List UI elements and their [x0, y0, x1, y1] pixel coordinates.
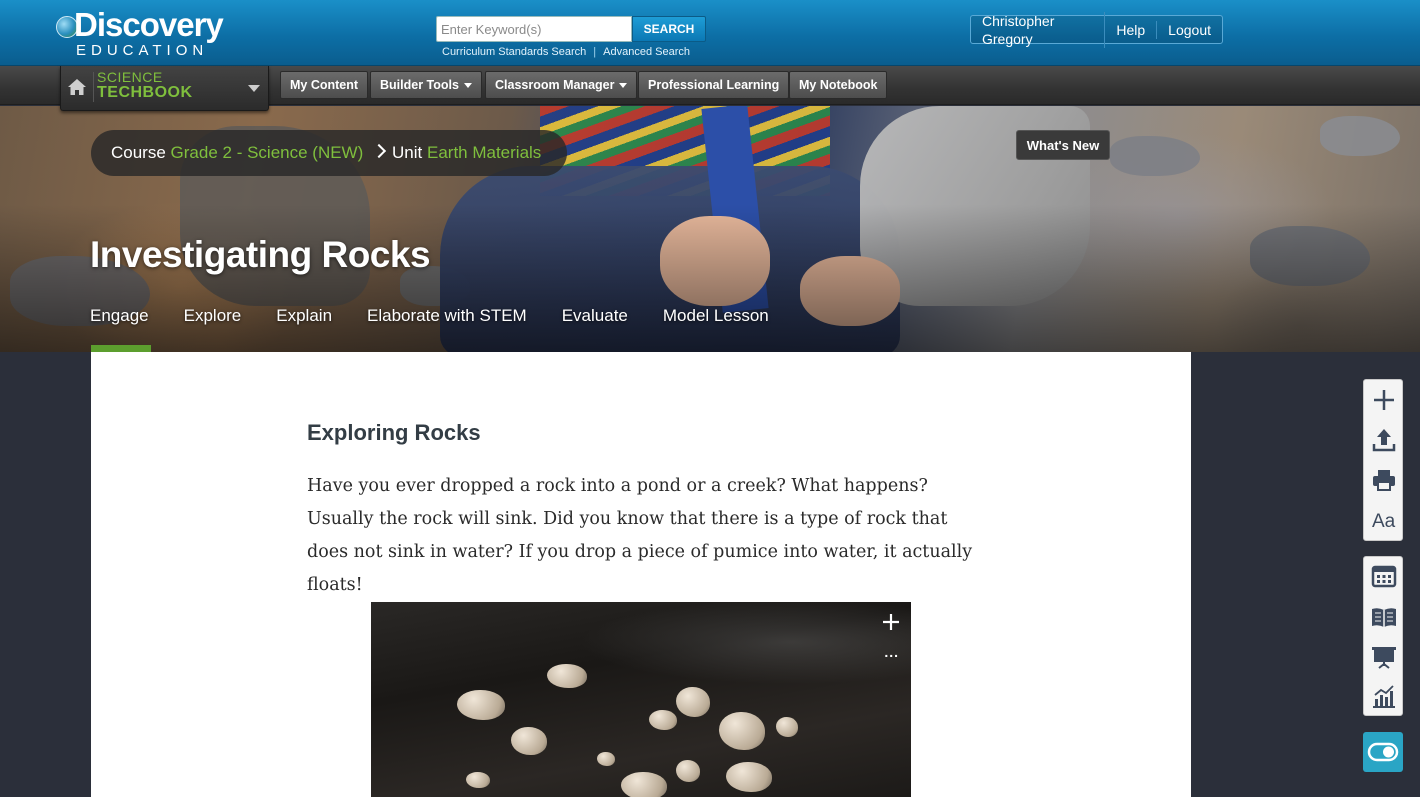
- caret-down-icon: [619, 83, 628, 89]
- pebble: [511, 727, 547, 755]
- more-options-icon[interactable]: ...: [884, 645, 899, 659]
- pebble: [457, 690, 505, 720]
- user-name-link[interactable]: Christopher Gregory: [971, 11, 1106, 48]
- pumice-image[interactable]: ...: [371, 602, 911, 797]
- add-image-plus-icon[interactable]: [879, 610, 903, 634]
- print-icon[interactable]: [1364, 460, 1404, 500]
- pebble: [776, 717, 798, 737]
- nav-professional-learning[interactable]: Professional Learning: [638, 71, 790, 99]
- chevron-down-icon: [248, 85, 260, 92]
- book-icon[interactable]: [1364, 597, 1404, 637]
- divider: [93, 72, 94, 102]
- nav-classroom-manager[interactable]: Classroom Manager: [485, 71, 638, 99]
- curriculum-standards-search-link[interactable]: Curriculum Standards Search: [442, 46, 586, 58]
- pebble: [726, 762, 772, 792]
- nav-label: Builder Tools: [380, 78, 459, 92]
- search-links: Curriculum Standards Search | Advanced Sea…: [442, 46, 690, 58]
- page-title: Investigating Rocks: [90, 234, 431, 275]
- nav-label: Classroom Manager: [495, 78, 615, 92]
- advanced-search-link[interactable]: Advanced Search: [603, 46, 690, 58]
- logo-main-text: Discovery: [74, 6, 224, 43]
- help-link[interactable]: Help: [1105, 20, 1158, 39]
- pebble: [466, 772, 490, 788]
- presentation-icon[interactable]: [1364, 637, 1404, 677]
- logo-sub-text: EDUCATION: [76, 42, 209, 59]
- main-nav: SCIENCE TECHBOOK My Content Builder Tool…: [0, 66, 1420, 111]
- nav-my-notebook[interactable]: My Notebook: [789, 71, 888, 99]
- search-area: SEARCH Curriculum Standards Search | Advan…: [436, 16, 706, 58]
- tab-elaborate-with-stem[interactable]: Elaborate with STEM: [367, 306, 527, 326]
- logout-link[interactable]: Logout: [1157, 21, 1222, 39]
- chevron-right-icon: [371, 143, 387, 159]
- home-icon[interactable]: [67, 77, 87, 97]
- search-button[interactable]: SEARCH: [632, 16, 706, 42]
- tab-evaluate[interactable]: Evaluate: [562, 306, 628, 326]
- caret-down-icon: [463, 83, 472, 89]
- whats-new-button[interactable]: What's New: [1016, 130, 1110, 160]
- hero-banner: Course Grade 2 - Science (NEW) Unit Eart…: [0, 106, 1420, 352]
- tab-engage[interactable]: Engage: [90, 306, 149, 326]
- pebble: [649, 710, 677, 730]
- nav-builder-tools[interactable]: Builder Tools: [370, 71, 482, 99]
- nav-label: My Content: [290, 78, 359, 92]
- lesson-tabs: Engage Explore Explain Elaborate with ST…: [90, 306, 804, 326]
- pebble: [676, 687, 710, 717]
- lesson-content: Exploring Rocks Have you ever dropped a …: [91, 352, 1191, 797]
- nav-label: My Notebook: [799, 78, 878, 92]
- nav-label: Professional Learning: [648, 78, 780, 92]
- pebble: [676, 760, 700, 782]
- tab-explain[interactable]: Explain: [276, 306, 332, 326]
- breadcrumb-course-link[interactable]: Grade 2 - Science (NEW): [171, 143, 364, 162]
- link-separator: |: [593, 46, 597, 58]
- breadcrumb-unit-link[interactable]: Earth Materials: [427, 143, 541, 162]
- pebble: [719, 712, 765, 750]
- calendar-icon[interactable]: [1364, 557, 1404, 597]
- pebble: [597, 752, 615, 766]
- pebble: [547, 664, 587, 688]
- toggle-icon: [1367, 742, 1399, 762]
- tab-model-lesson[interactable]: Model Lesson: [663, 306, 769, 326]
- product-name-techbook: TECHBOOK: [97, 84, 193, 101]
- product-name-science: SCIENCE: [97, 69, 163, 85]
- chart-icon[interactable]: [1364, 677, 1404, 717]
- techbook-selector[interactable]: SCIENCE TECHBOOK: [60, 66, 269, 111]
- top-header: Discovery EDUCATION SEARCH Curriculum St…: [0, 0, 1420, 66]
- breadcrumb-course-label: Course: [111, 143, 166, 162]
- breadcrumb-unit-label: Unit: [392, 143, 423, 162]
- plus-icon[interactable]: [1364, 380, 1404, 420]
- section-title: Exploring Rocks: [307, 420, 481, 445]
- active-tab-indicator: [91, 345, 151, 352]
- user-menu: Christopher Gregory Help Logout: [970, 11, 1223, 48]
- breadcrumb: Course Grade 2 - Science (NEW) Unit Eart…: [91, 130, 567, 176]
- font-size-icon-text: Aa: [1372, 511, 1396, 532]
- pebble: [621, 772, 667, 797]
- toggle-button[interactable]: [1363, 732, 1403, 772]
- nav-my-content[interactable]: My Content: [280, 71, 369, 99]
- body-paragraph: Have you ever dropped a rock into a pond…: [307, 476, 973, 595]
- side-toolbar-primary: Aa: [1363, 379, 1403, 541]
- font-size-icon[interactable]: Aa: [1364, 500, 1404, 540]
- upload-icon[interactable]: [1364, 420, 1404, 460]
- search-input[interactable]: [436, 16, 632, 42]
- tab-explore[interactable]: Explore: [184, 306, 242, 326]
- side-toolbar-secondary: [1363, 556, 1403, 716]
